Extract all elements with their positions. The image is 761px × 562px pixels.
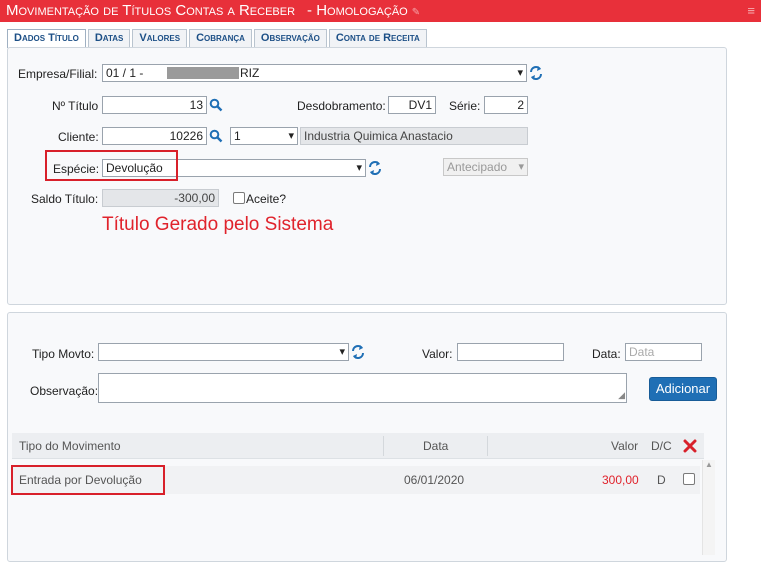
chevron-down-icon: ▾ (517, 67, 523, 79)
refresh-icon[interactable] (351, 344, 365, 360)
search-icon[interactable] (209, 129, 223, 143)
observacao-label: Observação: (30, 384, 99, 398)
saldo-field: -300,00 (102, 189, 219, 207)
data-label: Data: (592, 347, 621, 361)
valor-input[interactable] (457, 343, 564, 361)
tab-conta-de-receita[interactable]: Conta de Receita (328, 29, 427, 47)
desdobramento-label: Desdobramento: (297, 99, 386, 113)
annotation-text: Título Gerado pelo Sistema (102, 214, 334, 235)
cliente-code-input[interactable]: 10226 (102, 127, 207, 145)
empresa-label: Empresa/Filial: (18, 67, 98, 81)
tab-cobranca[interactable]: Cobrança (189, 29, 252, 47)
refresh-icon[interactable] (368, 160, 382, 176)
data-placeholder: Data (629, 345, 655, 359)
tab-valores[interactable]: Valores (132, 29, 188, 47)
adicionar-button[interactable]: Adicionar (649, 377, 717, 401)
chevron-down-icon: ▾ (518, 161, 524, 173)
row-highlight-box (11, 465, 165, 495)
cliente-label: Cliente: (58, 130, 99, 144)
cliente-name-field: Industria Quimica Anastacio (300, 127, 528, 145)
tab-bar: Dados Título Datas Valores Cobrança Obse… (7, 29, 429, 48)
empresa-select[interactable]: 01 / 1 - RIZ ▾ (102, 64, 527, 82)
empresa-prefix: 01 / 1 - (106, 66, 144, 80)
delete-icon[interactable] (683, 439, 697, 453)
pin-icon[interactable]: ✎ (412, 7, 420, 18)
movement-grid-header: Tipo do Movimento Data Valor D/C (12, 433, 704, 459)
especie-highlight-box (45, 150, 178, 181)
col-valor[interactable]: Valor (611, 433, 638, 459)
redacted-block (167, 67, 239, 79)
chevron-down-icon: ▾ (356, 162, 362, 174)
grid-scrollbar[interactable]: ▲ (702, 460, 715, 555)
scroll-up-icon[interactable]: ▲ (705, 460, 713, 469)
tab-datas[interactable]: Datas (87, 29, 131, 47)
cliente-unit-value: 1 (234, 129, 241, 143)
window-title-bar: Movimentação de Títulos Contas a Receber… (0, 0, 761, 22)
col-divider (487, 436, 488, 456)
tipo-movto-select[interactable]: ▾ (98, 343, 349, 361)
chevron-down-icon: ▾ (288, 130, 294, 142)
data-input[interactable]: Data (625, 343, 702, 361)
col-divider (383, 436, 384, 456)
chevron-down-icon: ▾ (339, 346, 345, 358)
cliente-unit-select[interactable]: 1 ▾ (230, 127, 298, 145)
serie-label: Série: (449, 99, 481, 113)
environment-label: - Homologação (307, 2, 408, 19)
saldo-label: Saldo Título: (31, 192, 99, 206)
tab-observacao[interactable]: Observação (253, 29, 327, 47)
observacao-textarea[interactable]: ◢ (98, 373, 627, 403)
row-dc: D (657, 473, 666, 487)
row-data: 06/01/2020 (404, 473, 465, 487)
col-data[interactable]: Data (423, 433, 448, 459)
row-valor: 300,00 (602, 473, 639, 487)
window-menu-icon[interactable]: ≡ (747, 0, 755, 22)
desdobramento-input[interactable]: DV1 (388, 96, 436, 114)
aceite-checkbox[interactable] (233, 192, 245, 204)
resize-grip-icon[interactable]: ◢ (618, 387, 625, 402)
valor-label: Valor: (422, 347, 453, 361)
titulo-input[interactable]: 13 (102, 96, 207, 114)
col-tipo-movimento[interactable]: Tipo do Movimento (19, 433, 121, 459)
row-select-checkbox[interactable] (683, 473, 695, 485)
titulo-label: Nº Título (52, 99, 99, 113)
refresh-icon[interactable] (529, 65, 543, 81)
serie-input[interactable]: 2 (484, 96, 528, 114)
tipo-movto-label: Tipo Movto: (32, 347, 95, 361)
antecipado-value: Antecipado (447, 160, 508, 174)
empresa-suffix: RIZ (240, 66, 260, 80)
search-icon[interactable] (209, 98, 223, 112)
col-dc[interactable]: D/C (651, 433, 672, 459)
aceite-label: Aceite? (246, 192, 287, 206)
antecipado-select: Antecipado ▾ (443, 158, 528, 176)
page-title: Movimentação de Títulos Contas a Receber (6, 2, 296, 19)
tab-dados-titulo[interactable]: Dados Título (7, 29, 86, 48)
